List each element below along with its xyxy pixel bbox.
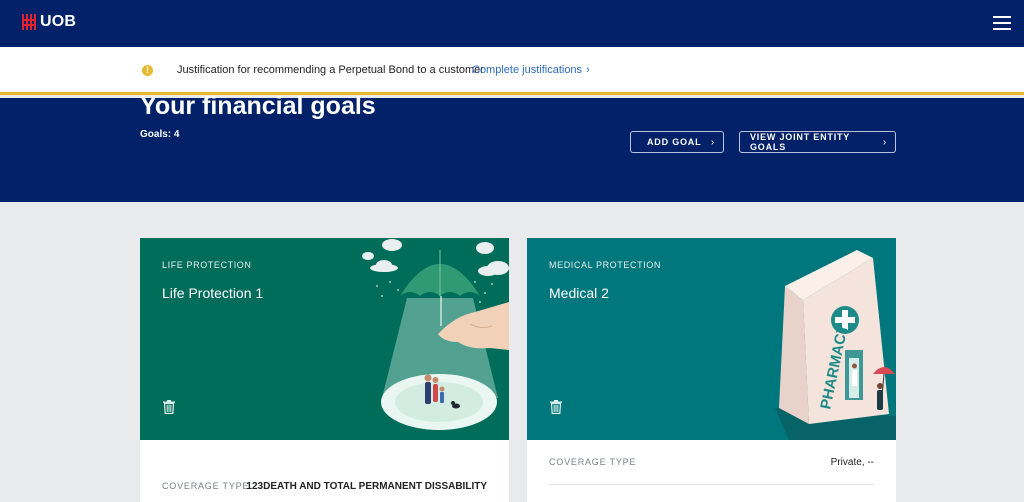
goal-category: MEDICAL PROTECTION [549, 260, 661, 270]
add-goal-label: ADD GOAL [647, 137, 702, 147]
goals-hero: Your financial goals Goals: 4 ADD GOAL ›… [0, 92, 1024, 202]
trash-icon[interactable] [163, 400, 175, 414]
add-goal-button[interactable]: ADD GOAL › [630, 131, 724, 153]
uob-logo[interactable]: UOB [22, 13, 76, 31]
coverage-type-row: COVERAGE TYPE Private, -- [549, 457, 874, 477]
coverage-type-row: COVERAGE TYPE 123DEATH AND TOTAL PERMANE… [162, 481, 487, 501]
coverage-type-label: COVERAGE TYPE [162, 481, 250, 491]
top-navigation-bar: UOB [0, 0, 1024, 47]
coverage-type-label: COVERAGE TYPE [549, 457, 637, 467]
goal-category: LIFE PROTECTION [162, 260, 252, 270]
view-joint-entity-goals-button[interactable]: VIEW JOINT ENTITY GOALS › [739, 131, 896, 153]
goal-title: Life Protection 1 [162, 285, 264, 301]
complete-justifications-link[interactable]: Complete justifications › [472, 64, 590, 76]
chevron-right-icon: › [710, 136, 715, 148]
goals-count: Goals: 4 [140, 129, 180, 140]
justification-alert-bar: ! Justification for recommending a Perpe… [0, 47, 1024, 95]
trash-icon[interactable] [550, 400, 562, 414]
view-joint-entity-goals-label: VIEW JOINT ENTITY GOALS [750, 132, 850, 152]
goal-card-medical-protection[interactable]: PHARMACY MEDICAL PROTECTION Medical 2 CO… [527, 238, 896, 502]
chevron-right-icon: › [882, 136, 887, 148]
complete-justifications-label: Complete justifications [472, 64, 583, 76]
row-divider [549, 484, 874, 485]
goal-title: Medical 2 [549, 285, 609, 301]
hamburger-menu-button[interactable] [993, 15, 1011, 31]
chevron-right-icon: › [586, 64, 590, 76]
warning-icon: ! [142, 65, 153, 76]
goal-card-header: PHARMACY MEDICAL PROTECTION Medical 2 [527, 238, 896, 440]
uob-logo-mark-icon [22, 14, 36, 30]
brand-name: UOB [40, 13, 77, 30]
page-title: Your financial goals [140, 92, 376, 120]
coverage-type-value: Private, -- [830, 457, 874, 468]
alert-message: Justification for recommending a Perpetu… [177, 64, 484, 76]
goal-card-life-protection[interactable]: LIFE PROTECTION Life Protection 1 COVERA… [140, 238, 509, 502]
coverage-type-value: 123DEATH AND TOTAL PERMANENT DISSABILITY [246, 481, 487, 492]
goal-card-header: LIFE PROTECTION Life Protection 1 [140, 238, 509, 440]
